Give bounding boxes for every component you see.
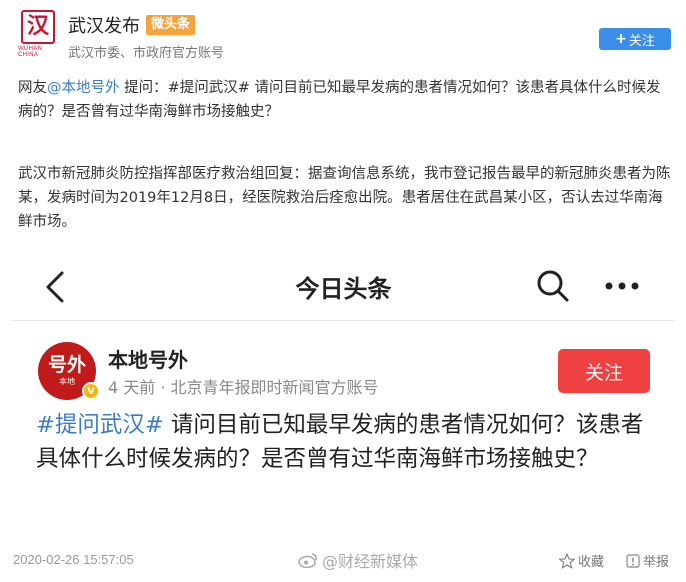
follow-button-label: 关注 [628, 33, 655, 49]
logo-mark: 汉 [21, 10, 55, 44]
watermark-text: @财经新媒体 [322, 552, 419, 571]
account-name[interactable]: 武汉发布 [68, 12, 140, 38]
micro-headline-badge: 微头条 [146, 15, 196, 35]
report-button[interactable]: 举报 [626, 551, 669, 570]
account-description: 武汉市委、市政府官方账号 [68, 46, 225, 61]
account-logo[interactable]: 汉 WUHAN CHINA [18, 10, 58, 60]
favorite-label: 收藏 [578, 555, 605, 570]
embedded-follow-button[interactable]: 关注 [558, 349, 650, 393]
answer-paragraph: 武汉市新冠肺炎防控指挥部医疗救治组回复：据查询信息系统，我市登记报告最早的新冠肺… [18, 166, 671, 230]
post-header: 汉 WUHAN CHINA 武汉发布 微头条 武汉市委、市政府官方账号 + 关注 [0, 0, 686, 72]
mention-link[interactable]: @本地号外 [47, 80, 120, 96]
star-icon [559, 552, 575, 569]
post-timestamp: 2020-02-26 15:57:05 [13, 552, 134, 567]
favorite-button[interactable]: 收藏 [559, 551, 604, 570]
embedded-nav-bar: 今日头条 [12, 256, 675, 318]
more-icon[interactable] [604, 281, 640, 291]
nav-title: 今日头条 [295, 275, 392, 303]
question-prefix: 网友 [18, 80, 47, 96]
plus-icon: + [615, 31, 627, 47]
nav-divider [12, 320, 675, 321]
weibo-icon [298, 553, 317, 568]
logo-subtitle: WUHAN CHINA [18, 46, 43, 58]
follow-button[interactable]: + 关注 [599, 28, 671, 50]
question-paragraph: 网友@本地号外 提问：#提问武汉# 请问目前已知最早发病的患者情况如何？该患者具… [18, 76, 673, 124]
report-label: 举报 [643, 555, 670, 570]
embedded-meta: 4 天前 · 北京青年报即时新闻官方账号 [108, 378, 379, 397]
verified-icon: V [82, 382, 100, 400]
report-icon [626, 553, 640, 568]
embedded-account-name[interactable]: 本地号外 [108, 344, 188, 373]
watermark: @财经新媒体 [298, 548, 418, 572]
avatar-main-text: 号外 [47, 354, 86, 376]
embedded-question: #提问武汉# 请问目前已知最早发病的患者情况如何？该患者具体什么时候发病的？是否… [36, 408, 656, 476]
hashtag-link[interactable]: #提问武汉# [36, 412, 164, 438]
post-footer: 2020-02-26 15:57:05 @财经新媒体 收藏 举报 [0, 540, 686, 582]
embedded-screenshot: 今日头条 号外 本地 V 本地号外 4 天前 · 北京青年报即时新闻官方账号 关… [12, 256, 675, 540]
search-icon[interactable] [536, 269, 570, 303]
avatar-sub-text: 本地 [59, 377, 75, 386]
